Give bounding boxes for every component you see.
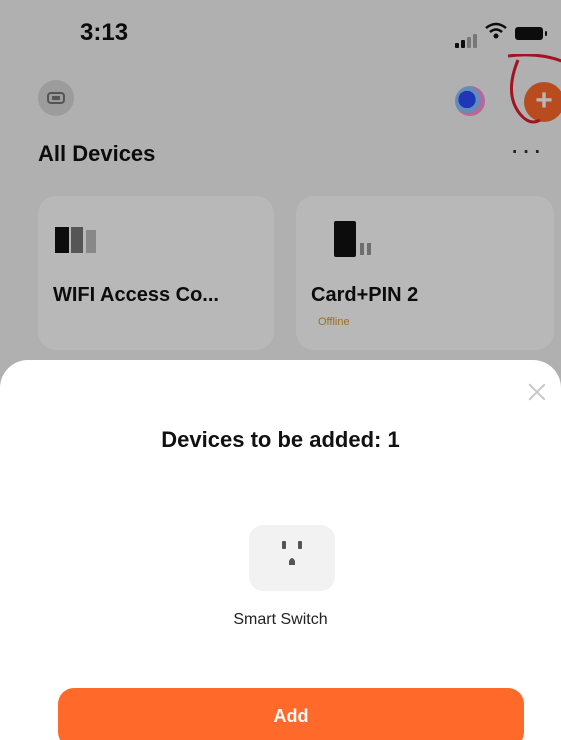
sheet-title: Devices to be added: 1 <box>161 427 400 452</box>
smart-outlet-icon <box>282 541 302 565</box>
device-name-label: Smart Switch <box>233 611 328 628</box>
close-icon[interactable] <box>526 381 548 403</box>
add-button[interactable]: Add <box>58 688 524 740</box>
app-screen: 3:13 + All Devices ··· WIFI Access Co... <box>0 0 561 740</box>
device-tile-smart-switch[interactable] <box>249 525 335 591</box>
